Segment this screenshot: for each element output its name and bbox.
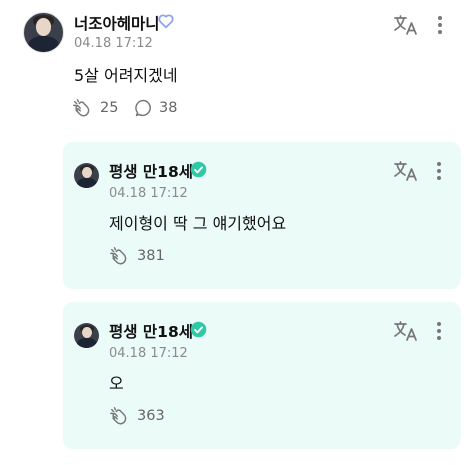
heart-outline-icon xyxy=(157,12,175,34)
post: 너조아헤마니 04.18 17:12 5살 어려지겠네 25 38 xyxy=(0,0,474,140)
more-options-icon[interactable] xyxy=(435,160,443,186)
reaction-icon[interactable] xyxy=(72,98,94,124)
reply-timestamp: 04.18 17:12 xyxy=(109,186,188,201)
reaction-count: 363 xyxy=(137,408,165,424)
post-text: 5살 어려지겠네 xyxy=(74,66,178,85)
post-timestamp: 04.18 17:12 xyxy=(74,36,153,51)
more-options-icon[interactable] xyxy=(436,14,444,40)
comment-icon[interactable] xyxy=(134,98,154,122)
avatar[interactable] xyxy=(74,323,99,348)
author-name[interactable]: 너조아헤마니 xyxy=(74,12,160,34)
reply-card: 평생 만18세 04.18 17:12 오 363 xyxy=(63,302,461,449)
reaction-icon[interactable] xyxy=(109,246,131,272)
verified-badge-icon xyxy=(190,161,207,182)
translate-icon[interactable] xyxy=(393,14,419,40)
reply-timestamp: 04.18 17:12 xyxy=(109,346,188,361)
reaction-count: 381 xyxy=(137,248,165,264)
reaction-count: 25 xyxy=(100,100,119,116)
reply-text: 제이형이 딱 그 얘기했어요 xyxy=(109,214,287,233)
avatar[interactable] xyxy=(74,163,99,188)
reaction-icon[interactable] xyxy=(109,406,131,432)
avatar[interactable] xyxy=(23,12,64,53)
author-name[interactable]: 평생 만18세 xyxy=(109,160,193,182)
more-options-icon[interactable] xyxy=(435,320,443,346)
verified-badge-icon xyxy=(190,321,207,342)
author-name[interactable]: 평생 만18세 xyxy=(109,320,193,342)
comment-count: 38 xyxy=(159,100,178,116)
reply-card: 평생 만18세 04.18 17:12 제이형이 딱 그 얘기했어요 381 xyxy=(63,142,461,289)
translate-icon[interactable] xyxy=(393,320,419,346)
translate-icon[interactable] xyxy=(393,160,419,186)
reply-text: 오 xyxy=(109,374,124,393)
